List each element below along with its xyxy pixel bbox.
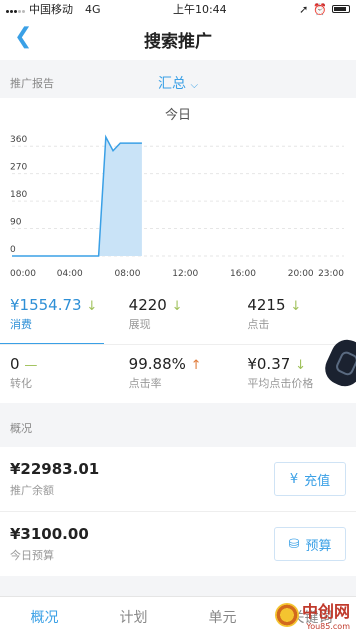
chart-card: 今日 0 90 180 270 360 00:00 04:00 08:00 12:00 16:00… [0, 98, 356, 286]
series-area [12, 137, 142, 256]
budget-value: ¥3100.00 [10, 525, 89, 543]
status-bar: 中国移动 4G 上午10:44 ➚ ⏰ [0, 0, 356, 18]
x-tick-label: 08:00 [115, 269, 141, 279]
y-tick-label: 360 [10, 135, 27, 145]
budget-button-label: 预算 [305, 538, 332, 554]
trend-chart: 0 90 180 270 360 00:00 04:00 08:00 12:00 16:00 20:… [10, 134, 344, 279]
metric-value: 0 [10, 355, 20, 373]
y-tick-label: 270 [10, 163, 27, 173]
watermark-logo: 中创网 You85.com [274, 598, 350, 631]
metric-clicks[interactable]: 4215 ↓ 点击 [237, 286, 356, 344]
budget-label: 今日预算 [10, 549, 54, 562]
metric-value: 4215 [247, 296, 286, 314]
navigation-bar: ❮ 搜索推广 [0, 18, 356, 60]
location-icon: ➚ [299, 2, 309, 16]
y-tick-label: 180 [10, 190, 27, 200]
trend-up-icon: ↑ [190, 358, 202, 373]
metric-label: 转化 [10, 377, 32, 390]
y-tick-label: 0 [10, 245, 16, 255]
tab-plans[interactable]: 计划 [89, 607, 178, 627]
x-tick-label: 20:00 [288, 269, 314, 279]
recharge-button[interactable]: ¥ 充值 [274, 462, 346, 496]
overview-card: ¥22983.01 推广余额 ¥ 充值 ¥3100.00 今日预算 ⛁ 预算 [0, 447, 356, 576]
trend-down-icon: ↓ [295, 358, 306, 373]
page-title: 搜索推广 [144, 31, 212, 52]
report-header: 推广报告 汇总 ⌵ [0, 68, 356, 98]
x-tick-label: 04:00 [57, 269, 83, 279]
metric-cost[interactable]: ¥1554.73 ↓ 消费 [0, 286, 119, 345]
tab-units[interactable]: 单元 [178, 607, 267, 627]
budget-button[interactable]: ⛁ 预算 [274, 527, 346, 561]
x-tick-label: 12:00 [172, 269, 198, 279]
metric-label: 点击 [247, 318, 270, 331]
trend-down-icon: ↓ [171, 299, 183, 314]
yen-icon: ¥ [289, 471, 299, 487]
x-tick-label: 16:00 [230, 269, 256, 279]
alarm-icon: ⏰ [313, 2, 327, 16]
y-tick-label: 90 [10, 218, 22, 228]
metric-value: 4220 [128, 296, 167, 314]
x-tick-label: 00:00 [10, 269, 36, 279]
balance-row: ¥22983.01 推广余额 ¥ 充值 [0, 447, 356, 511]
metric-value: 99.88% [128, 355, 186, 373]
metric-impressions[interactable]: 4220 ↓ 展现 [119, 286, 238, 344]
tab-overview[interactable]: 概况 [0, 607, 89, 627]
summary-dropdown[interactable]: 汇总 ⌵ [158, 73, 198, 93]
balance-label: 推广余额 [10, 484, 54, 497]
metric-conversions[interactable]: 0 — 转化 [0, 345, 119, 403]
metric-label: 消费 [10, 318, 32, 331]
trend-flat-icon: — [24, 358, 38, 373]
chevron-down-icon: ⌵ [190, 80, 199, 91]
database-icon: ⛁ [288, 536, 300, 552]
trend-down-icon: ↓ [290, 299, 302, 314]
report-label: 推广报告 [10, 77, 54, 90]
metric-value: ¥0.37 [247, 355, 291, 373]
clock: 上午10:44 [172, 3, 227, 16]
summary-label: 汇总 [158, 76, 186, 92]
metric-ctr[interactable]: 99.88% ↑ 点击率 [119, 345, 238, 403]
x-tick-label: 23:00 [318, 269, 344, 279]
overview-label: 概况 [0, 411, 356, 447]
watermark-text: 中创网 [301, 602, 350, 621]
chevron-left-icon[interactable]: ❮ [14, 26, 32, 48]
battery-icon [332, 5, 350, 13]
trend-down-icon: ↓ [86, 299, 98, 314]
metric-label: 点击率 [128, 377, 162, 390]
metric-value: ¥1554.73 [10, 296, 82, 314]
balance-value: ¥22983.01 [10, 460, 100, 478]
watermark-subtext: You85.com [306, 622, 350, 631]
metric-label: 展现 [128, 318, 151, 331]
budget-row: ¥3100.00 今日预算 ⛁ 预算 [0, 511, 356, 576]
carrier-name: 中国移动 [29, 3, 73, 16]
recharge-label: 充值 [304, 473, 331, 489]
metrics-panel: ¥1554.73 ↓ 消费 4220 ↓ 展现 4215 ↓ 点击 0 — 转化… [0, 286, 356, 403]
network-type: 4G [85, 2, 101, 16]
signal-icon [6, 5, 25, 13]
watermark-emblem-icon [274, 602, 299, 627]
